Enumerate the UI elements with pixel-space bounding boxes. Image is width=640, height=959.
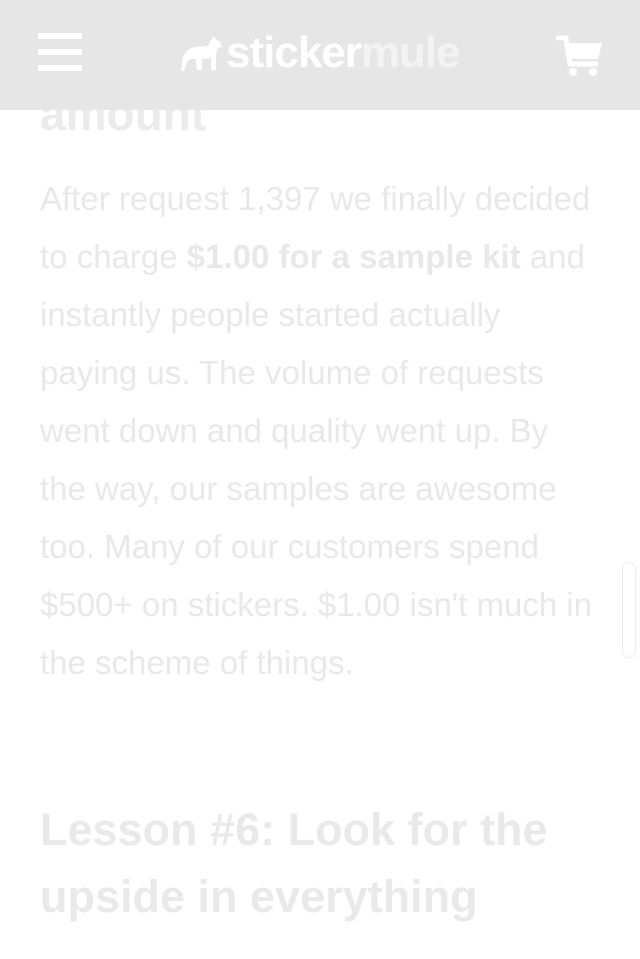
paragraph-text-end: and instantly people started actually pa…	[40, 238, 593, 681]
logo-wordmark-sticker: sticker	[226, 28, 362, 77]
shopping-cart-icon[interactable]	[555, 34, 604, 78]
stickermule-logo[interactable]: stickermule	[180, 28, 461, 78]
scrollbar-thumb[interactable]	[622, 562, 636, 658]
cart-icon-graphic	[555, 35, 602, 76]
site-header: stickermule	[0, 0, 640, 110]
logo-wordmark-mule: mule	[360, 28, 461, 77]
mule-logo-icon	[181, 36, 222, 71]
hamburger-menu-icon[interactable]	[38, 33, 82, 73]
lesson-heading: Lesson #6: Look for the upside in everyt…	[40, 804, 548, 922]
article-paragraph: After request 1,397 we finally decided t…	[40, 170, 600, 692]
article-content: amount After request 1,397 we finally de…	[0, 0, 640, 959]
paragraph-bold-text: $1.00 for a sample kit	[186, 238, 521, 275]
logo-wordmark: stickermule	[226, 28, 461, 78]
